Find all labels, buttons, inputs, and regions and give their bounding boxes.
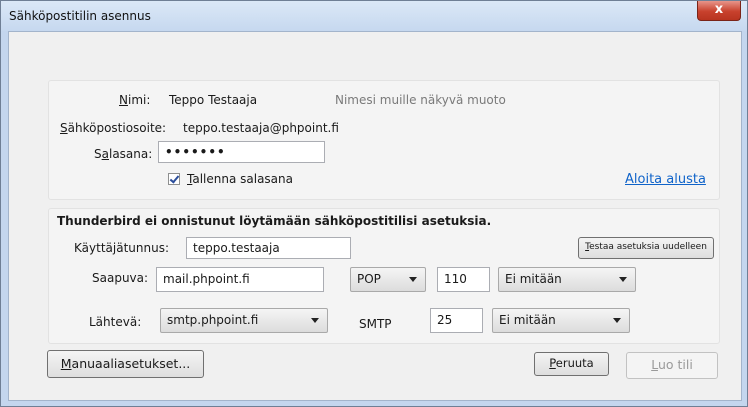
restart-link[interactable]: Aloita alusta — [625, 172, 706, 187]
window-title: Sähköpostitilin asennus — [9, 9, 151, 23]
password-label: Salasana: — [94, 147, 153, 161]
dialog-window: Sähköpostitilin asennus x Nimi: Teppo Te… — [0, 0, 748, 407]
chevron-down-icon — [311, 318, 319, 323]
outgoing-protocol: SMTP — [359, 317, 392, 331]
outgoing-security-select[interactable]: Ei mitään — [492, 308, 630, 333]
incoming-security-value: Ei mitään — [505, 272, 562, 286]
name-value: Teppo Testaaja — [169, 93, 258, 107]
chevron-down-icon — [613, 318, 621, 323]
remember-password-label: Tallenna salasana — [187, 172, 293, 186]
incoming-security-select[interactable]: Ei mitään — [498, 267, 636, 292]
password-field[interactable]: ••••••• — [158, 141, 325, 163]
email-value: teppo.testaaja@phpoint.fi — [183, 121, 339, 135]
outgoing-port-field[interactable]: 25 — [430, 308, 483, 333]
incoming-protocol-select[interactable]: POP — [350, 267, 426, 292]
create-account-button[interactable]: Luo tili — [626, 352, 718, 379]
close-icon[interactable]: x — [697, 1, 741, 21]
manual-settings-button[interactable]: Manuaaliasetukset... — [47, 350, 204, 378]
identity-group: Nimi: Teppo Testaaja Nimesi muille näkyv… — [48, 80, 720, 200]
chevron-down-icon — [409, 277, 417, 282]
username-field[interactable]: teppo.testaaja — [186, 237, 351, 259]
name-label: Nimi: — [119, 93, 151, 107]
cancel-button[interactable]: Peruuta — [534, 352, 609, 376]
outgoing-server-select[interactable]: smtp.phpoint.fi — [160, 308, 328, 333]
incoming-label: Saapuva: — [92, 271, 149, 285]
settings-group: Thunderbird ei onnistunut löytämään sähk… — [48, 208, 720, 344]
dialog-body: Nimi: Teppo Testaaja Nimesi muille näkyv… — [8, 31, 742, 401]
title-bar: Sähköpostitilin asennus x — [1, 1, 747, 31]
chevron-down-icon — [619, 277, 627, 282]
settings-heading: Thunderbird ei onnistunut löytämään sähk… — [57, 214, 492, 228]
incoming-port-field[interactable]: 110 — [437, 267, 490, 292]
remember-password-checkbox[interactable] — [168, 173, 180, 185]
incoming-server-field[interactable]: mail.phpoint.fi — [156, 267, 324, 292]
incoming-protocol-value: POP — [357, 272, 381, 286]
email-label: Sähköpostiosoite: — [60, 121, 167, 135]
name-hint: Nimesi muille näkyvä muoto — [335, 93, 506, 107]
outgoing-server-value: smtp.phpoint.fi — [167, 313, 259, 327]
retest-button[interactable]: Testaa asetuksia uudelleen — [578, 237, 714, 259]
outgoing-label: Lähtevä: — [89, 315, 142, 329]
username-label: Käyttäjätunnus: — [74, 241, 169, 255]
outgoing-security-value: Ei mitään — [499, 313, 556, 327]
